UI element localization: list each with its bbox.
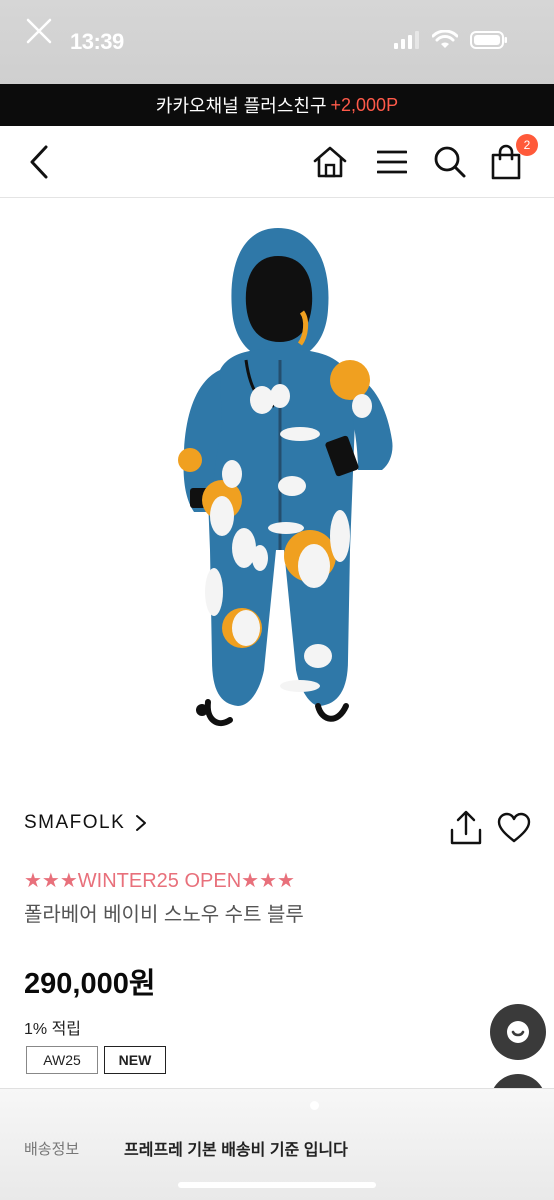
chevron-left-icon: [30, 145, 48, 179]
promo-banner-text: 카카오채널 플러스친구: [155, 96, 327, 116]
back-button[interactable]: [20, 142, 60, 182]
brand-link[interactable]: SMAFOLK: [24, 812, 147, 834]
search-icon: [434, 146, 466, 178]
product-price: 290,000원: [24, 968, 156, 1000]
share-icon: [450, 810, 482, 845]
close-icon[interactable]: [24, 16, 54, 46]
heart-icon: [497, 812, 531, 843]
signal-icon: [394, 31, 419, 49]
promo-title: ★★★WINTER25 OPEN★★★: [24, 870, 295, 892]
battery-icon: [470, 31, 507, 49]
home-icon: [313, 146, 347, 178]
point-info: 1% 적립: [24, 1021, 82, 1038]
nav-header: 2: [0, 126, 554, 198]
menu-button[interactable]: [370, 140, 414, 184]
share-button[interactable]: [446, 808, 486, 848]
status-bar: 13:39: [0, 0, 554, 84]
chat-icon: [507, 1021, 529, 1043]
wishlist-button[interactable]: [494, 808, 534, 848]
product-name: 폴라베어 베이비 스노우 수트 블루: [24, 904, 304, 926]
brand-name: SMAFOLK: [24, 812, 126, 833]
home-indicator[interactable]: [178, 1182, 376, 1188]
cart-button[interactable]: 2: [484, 134, 538, 184]
page-indicator-dot: [310, 1101, 319, 1110]
season-tag: AW25: [26, 1046, 98, 1074]
search-button[interactable]: [428, 140, 472, 184]
product-image[interactable]: [150, 220, 410, 740]
kakao-promo-banner[interactable]: 카카오채널 플러스친구 +2,000P: [0, 84, 554, 126]
chevron-right-icon: [136, 815, 147, 831]
shipping-text: 프레프레 기본 배송비 기준 입니다: [124, 1142, 348, 1159]
status-icons: [394, 30, 508, 50]
new-tag: NEW: [104, 1046, 166, 1074]
hamburger-menu-icon: [377, 150, 407, 174]
promo-banner-accent: +2,000P: [330, 94, 399, 115]
chat-button[interactable]: [490, 1004, 546, 1060]
wifi-icon: [432, 30, 458, 48]
shipping-label: 배송정보: [24, 1141, 80, 1158]
status-time: 13:39: [70, 29, 124, 54]
home-button[interactable]: [308, 140, 352, 184]
cart-count-badge: 2: [516, 134, 538, 156]
